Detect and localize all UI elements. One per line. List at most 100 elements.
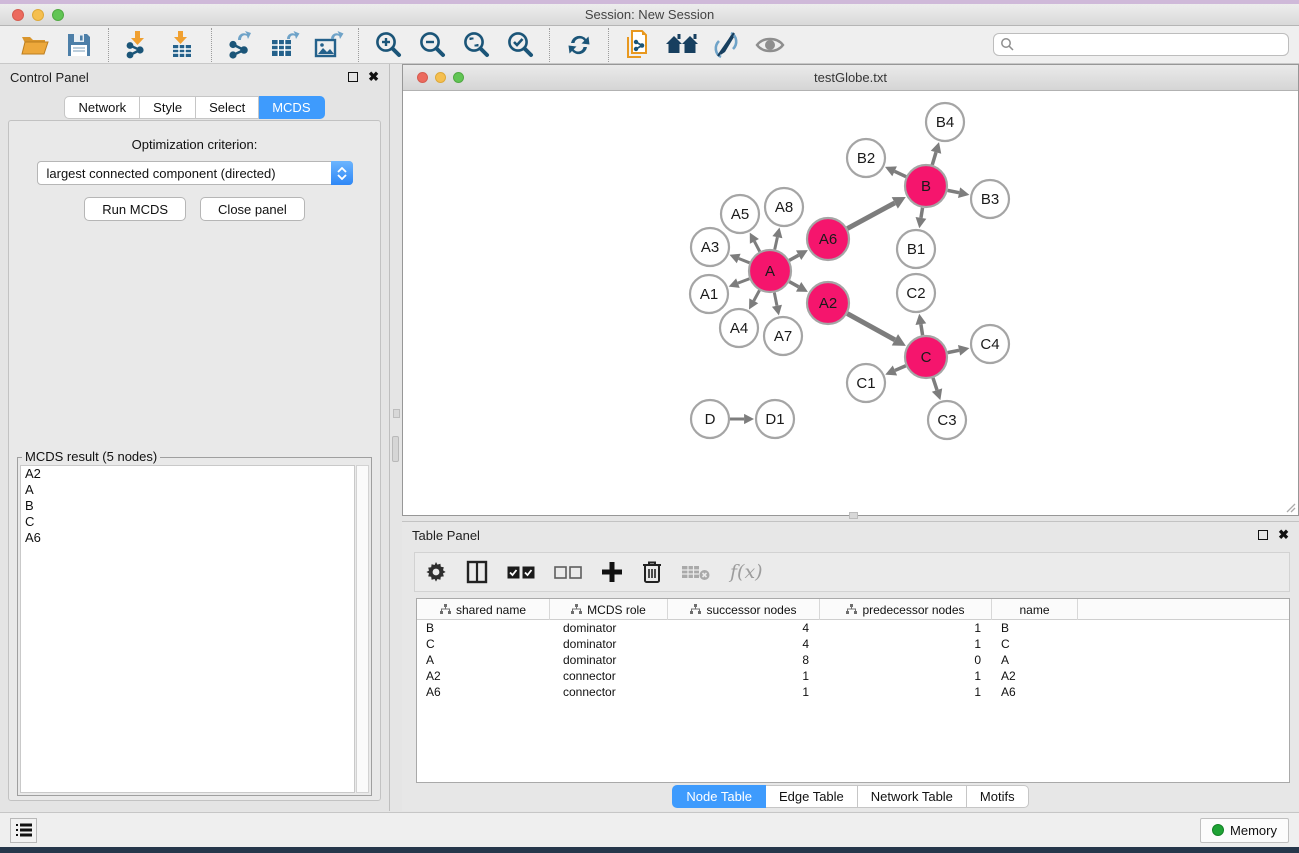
column-header[interactable]: MCDS role: [550, 599, 668, 620]
table-row[interactable]: Bdominator41B: [417, 620, 1289, 636]
network-minimize-button[interactable]: [435, 72, 446, 83]
function-builder-icon[interactable]: f(x): [730, 557, 763, 587]
memory-button[interactable]: Memory: [1200, 818, 1289, 843]
column-header[interactable]: name: [992, 599, 1078, 620]
minimize-window-button[interactable]: [32, 9, 44, 21]
tab-motifs[interactable]: Motifs: [967, 785, 1029, 808]
graph-node-D1[interactable]: D1: [756, 400, 794, 438]
graph-node-A6[interactable]: A6: [807, 218, 849, 260]
cell-successor_nodes[interactable]: 1: [668, 668, 820, 684]
edge-C-C3[interactable]: [933, 378, 937, 390]
import-table-icon[interactable]: [165, 29, 199, 61]
graph-node-B3[interactable]: B3: [971, 180, 1009, 218]
cell-empty[interactable]: [1078, 668, 1289, 684]
tab-network[interactable]: Network: [64, 96, 140, 119]
column-header[interactable]: predecessor nodes: [820, 599, 992, 620]
tab-network-table[interactable]: Network Table: [858, 785, 967, 808]
table-row[interactable]: A2connector11A2: [417, 668, 1289, 684]
network-graph[interactable]: B4B2BB3A5A8A6A3B1AA1C2A2A4A7CC4C1C3DD1: [403, 91, 1297, 515]
table-row[interactable]: Cdominator41C: [417, 636, 1289, 652]
apply-layout-icon[interactable]: [562, 29, 596, 61]
zoom-in-icon[interactable]: [371, 29, 405, 61]
cell-empty[interactable]: [1078, 684, 1289, 700]
close-table-panel-icon[interactable]: ✖: [1278, 530, 1289, 540]
graph-node-A7[interactable]: A7: [764, 317, 802, 355]
cell-mcds_role[interactable]: dominator: [550, 652, 668, 668]
cell-predecessor_nodes[interactable]: 1: [820, 668, 992, 684]
tab-select[interactable]: Select: [196, 96, 259, 119]
tab-style[interactable]: Style: [140, 96, 196, 119]
cell-predecessor_nodes[interactable]: 0: [820, 652, 992, 668]
cell-name[interactable]: C: [992, 636, 1078, 652]
run-mcds-button[interactable]: Run MCDS: [84, 197, 186, 221]
cell-successor_nodes[interactable]: 4: [668, 620, 820, 636]
cell-mcds_role[interactable]: connector: [550, 668, 668, 684]
graph-node-B2[interactable]: B2: [847, 139, 885, 177]
edge-A-A1[interactable]: [738, 279, 750, 283]
edge-B-B4[interactable]: [932, 152, 936, 165]
edge-C-C4[interactable]: [948, 350, 960, 352]
edge-A6-B[interactable]: [847, 203, 894, 229]
show-column-panel-icon[interactable]: [466, 557, 488, 587]
graph-node-B[interactable]: B: [905, 165, 947, 207]
tab-node-table[interactable]: Node Table: [672, 785, 766, 808]
edge-B-B2[interactable]: [895, 171, 906, 176]
graph-node-C2[interactable]: C2: [897, 274, 935, 312]
graph-node-C4[interactable]: C4: [971, 325, 1009, 363]
home-browser-icon[interactable]: [665, 29, 699, 61]
graph-node-D[interactable]: D: [691, 400, 729, 438]
cell-successor_nodes[interactable]: 8: [668, 652, 820, 668]
graph-node-A4[interactable]: A4: [720, 309, 758, 347]
cell-predecessor_nodes[interactable]: 1: [820, 620, 992, 636]
graph-node-A3[interactable]: A3: [691, 228, 729, 266]
column-header[interactable]: shared name: [417, 599, 550, 620]
cell-shared_name[interactable]: A2: [417, 668, 550, 684]
vertical-scroll-thumb[interactable]: [393, 409, 400, 418]
cell-name[interactable]: A: [992, 652, 1078, 668]
graph-node-A2[interactable]: A2: [807, 282, 849, 324]
select-all-columns-icon[interactable]: [507, 557, 535, 587]
column-header[interactable]: successor nodes: [668, 599, 820, 620]
column-settings-gear-icon[interactable]: [425, 557, 447, 587]
unselect-all-columns-icon[interactable]: [554, 557, 582, 587]
close-window-button[interactable]: [12, 9, 24, 21]
cell-successor_nodes[interactable]: 1: [668, 684, 820, 700]
graph-node-A8[interactable]: A8: [765, 188, 803, 226]
cell-mcds_role[interactable]: dominator: [550, 620, 668, 636]
add-column-icon[interactable]: [601, 557, 623, 587]
criterion-dropdown[interactable]: largest connected component (directed): [37, 161, 353, 185]
edge-C-C2[interactable]: [921, 324, 923, 335]
mcds-result-item[interactable]: B: [21, 498, 354, 514]
edge-A-A2[interactable]: [789, 282, 798, 287]
edge-A-A3[interactable]: [739, 258, 750, 262]
cell-name[interactable]: A2: [992, 668, 1078, 684]
mcds-result-item[interactable]: C: [21, 514, 354, 530]
zoom-out-icon[interactable]: [415, 29, 449, 61]
graph-node-B1[interactable]: B1: [897, 230, 935, 268]
graph-node-B4[interactable]: B4: [926, 103, 964, 141]
hide-annotations-icon[interactable]: [709, 29, 743, 61]
horizontal-scroll-thumb[interactable]: [849, 512, 858, 519]
cell-shared_name[interactable]: B: [417, 620, 550, 636]
resize-grip-icon[interactable]: [1284, 501, 1296, 513]
column-header[interactable]: [1078, 599, 1289, 620]
edge-A-A8[interactable]: [775, 237, 778, 249]
graph-node-C[interactable]: C: [905, 336, 947, 378]
result-scrollbar[interactable]: [356, 465, 369, 793]
cell-shared_name[interactable]: A6: [417, 684, 550, 700]
delete-columns-trash-icon[interactable]: [642, 557, 662, 587]
mcds-result-item[interactable]: A: [21, 482, 354, 498]
cell-shared_name[interactable]: A: [417, 652, 550, 668]
export-image-icon[interactable]: [312, 29, 346, 61]
cell-name[interactable]: B: [992, 620, 1078, 636]
show-details-eye-icon[interactable]: [753, 29, 787, 61]
import-network-icon[interactable]: [121, 29, 155, 61]
cell-mcds_role[interactable]: connector: [550, 684, 668, 700]
float-table-panel-icon[interactable]: [1258, 530, 1268, 540]
export-network-icon[interactable]: [224, 29, 258, 61]
network-canvas[interactable]: B4B2BB3A5A8A6A3B1AA1C2A2A4A7CC4C1C3DD1: [403, 91, 1298, 515]
cell-empty[interactable]: [1078, 652, 1289, 668]
cell-predecessor_nodes[interactable]: 1: [820, 636, 992, 652]
edge-A-A6[interactable]: [789, 255, 798, 260]
table-row[interactable]: A6connector11A6: [417, 684, 1289, 700]
